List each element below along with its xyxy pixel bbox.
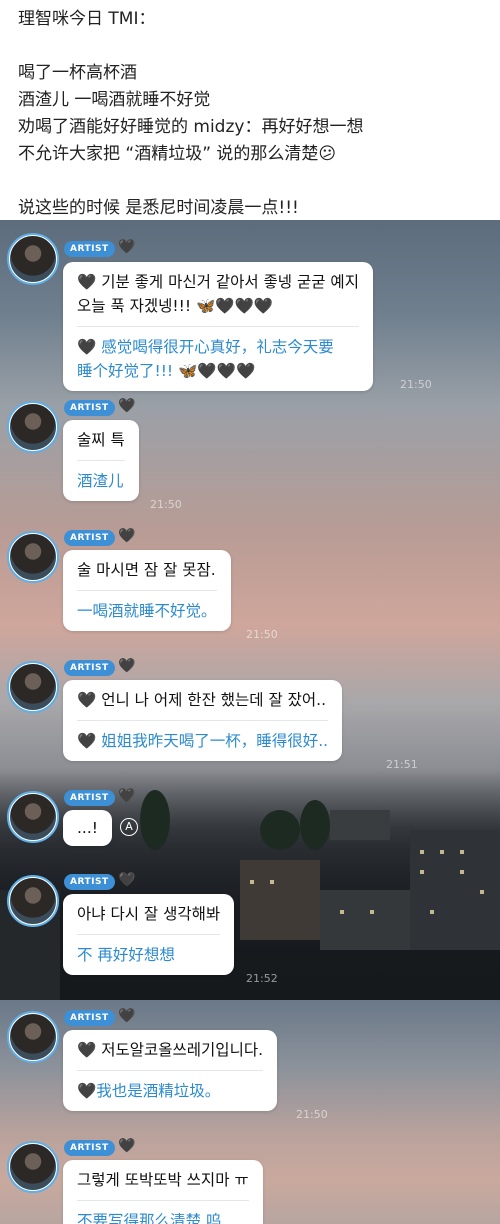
black-heart-icon: 🖤 (118, 788, 136, 804)
post-line: 理智咪今日 TMI： (18, 9, 156, 29)
message-timestamp: 21:50 (246, 628, 278, 641)
message-translation: 睡个好觉了!!! 🦋🖤🖤🖤 (77, 362, 256, 380)
message-korean: 🖤 언니 나 어제 한잔 했는데 잘 잤어.. (77, 691, 327, 709)
avatar[interactable] (7, 791, 59, 843)
message-translation: 🖤 感觉喝得很开心真好，礼志今天要 (77, 338, 334, 356)
reply-icon[interactable]: A (120, 818, 138, 836)
post-line: 说这些的时候 是悉尼时间凌晨一点!!! (18, 198, 299, 218)
message-bubble: 🖤 언니 나 어제 한잔 했는데 잘 잤어.. 🖤 姐姐我昨天喝了一杯，睡得很好… (63, 680, 343, 761)
message-bubble: 술 마시면 잠 잘 못잠. 一喝酒就睡不好觉。 (63, 550, 231, 631)
chat-screenshot-1: ARTIST 🖤 🖤 기분 좋게 마신거 같아서 좋넹 굳굳 예지 오늘 푹 자… (0, 220, 500, 1000)
black-heart-icon: 🖤 (118, 872, 136, 888)
artist-badge: ARTIST (64, 530, 115, 546)
message-timestamp: 21:50 (296, 1108, 328, 1121)
message-korean: 🖤 저도알코올쓰레기입니다. (77, 1041, 264, 1059)
message-translation: 🖤我也是酒精垃圾。 (77, 1082, 221, 1100)
message-translation: 一喝酒就睡不好觉。 (77, 602, 217, 620)
message-bubble: 술찌 특 酒渣儿 (63, 420, 139, 501)
message-timestamp: 21:52 (246, 972, 278, 985)
black-heart-icon: 🖤 (118, 239, 136, 255)
avatar[interactable] (7, 1141, 59, 1193)
avatar[interactable] (7, 875, 59, 927)
message-bubble: 🖤 기분 좋게 마신거 같아서 좋넹 굳굳 예지 오늘 푹 자겠넹!!! 🦋🖤🖤… (63, 262, 373, 391)
artist-badge: ARTIST (64, 241, 115, 257)
artist-badge: ARTIST (64, 400, 115, 416)
avatar[interactable] (7, 1011, 59, 1063)
message-translation: 🖤 姐姐我昨天喝了一杯，睡得很好.. (77, 732, 329, 750)
avatar[interactable] (7, 233, 59, 285)
post-line: 喝了一杯高杯酒 (18, 63, 137, 83)
message-korean: 🖤 기분 좋게 마신거 같아서 좋넹 굳굳 예지 (77, 273, 359, 291)
black-heart-icon: 🖤 (118, 398, 136, 414)
message-translation: 不要写得那么清楚 呜 (77, 1212, 222, 1224)
post-line: 酒渣儿 一喝酒就睡不好觉 (18, 90, 211, 110)
message-korean: 술찌 특 (77, 431, 125, 449)
message-timestamp: 21:50 (400, 378, 432, 391)
message-bubble: 🖤 저도알코올쓰레기입니다. 🖤我也是酒精垃圾。 (63, 1030, 278, 1111)
artist-badge: ARTIST (64, 874, 115, 890)
message-bubble: 그렇게 또박또박 쓰지마 ㅠ 不要写得那么清楚 呜 (63, 1160, 263, 1224)
message-bubble: 아냐 다시 잘 생각해봐 不 再好好想想 (63, 894, 235, 975)
message-korean: 아냐 다시 잘 생각해봐 (77, 905, 221, 923)
message-bubble: ...! (63, 810, 112, 846)
chat-screenshot-2: ARTIST 🖤 🖤 저도알코올쓰레기입니다. 🖤我也是酒精垃圾。 21:50 … (0, 1000, 500, 1224)
avatar[interactable] (7, 401, 59, 453)
message-korean: 오늘 푹 자겠넹!!! 🦋🖤🖤🖤 (77, 297, 274, 315)
black-heart-icon: 🖤 (118, 1138, 136, 1154)
avatar[interactable] (7, 661, 59, 713)
message-korean: 그렇게 또박또박 쓰지마 ㅠ (77, 1171, 249, 1189)
black-heart-icon: 🖤 (118, 658, 136, 674)
artist-badge: ARTIST (64, 1010, 115, 1026)
message-timestamp: 21:51 (386, 758, 418, 771)
avatar[interactable] (7, 531, 59, 583)
black-heart-icon: 🖤 (118, 528, 136, 544)
post-text: 理智咪今日 TMI： 喝了一杯高杯酒 酒渣儿 一喝酒就睡不好觉 劝喝了酒能好好睡… (0, 0, 500, 220)
artist-badge: ARTIST (64, 790, 115, 806)
black-heart-icon: 🖤 (118, 1008, 136, 1024)
message-korean: 술 마시면 잠 잘 못잠. (77, 561, 216, 579)
artist-badge: ARTIST (64, 660, 115, 676)
artist-badge: ARTIST (64, 1140, 115, 1156)
message-timestamp: 21:50 (150, 498, 182, 511)
post-line: 不允许大家把 “酒精垃圾” 说的那么清楚😕 (18, 144, 337, 164)
message-translation: 不 再好好想想 (77, 946, 175, 964)
post-line: 劝喝了酒能好好睡觉的 midzy：再好好想一想 (18, 117, 364, 137)
message-korean: ...! (77, 819, 98, 837)
message-translation: 酒渣儿 (77, 472, 124, 490)
